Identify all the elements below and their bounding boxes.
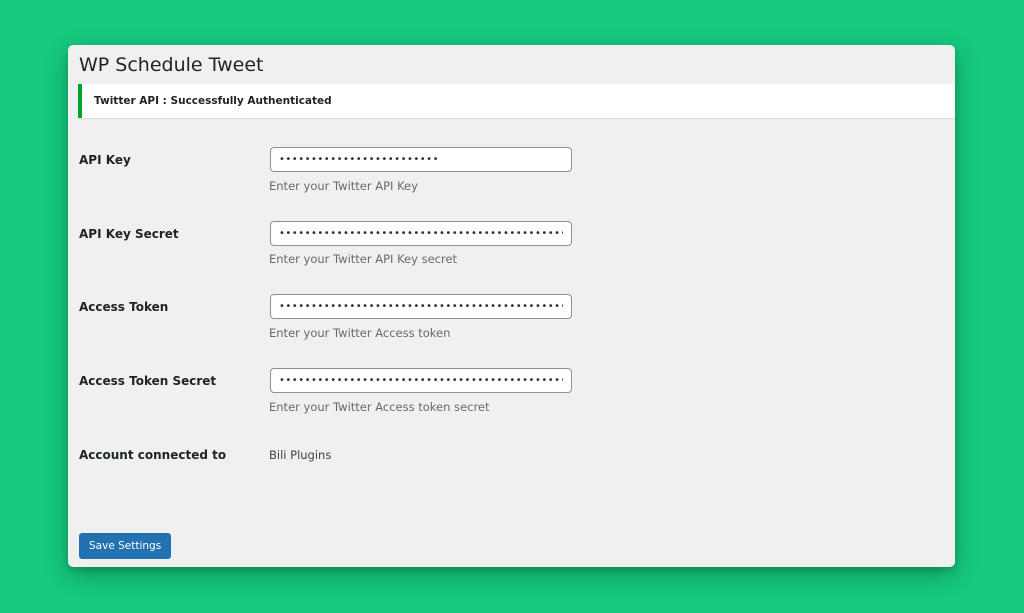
api-key-secret-input[interactable] <box>270 221 572 246</box>
access-token-secret-description: Enter your Twitter Access token secret <box>269 400 490 414</box>
account-connected-value: Bili Plugins <box>269 448 332 462</box>
api-key-label: API Key <box>79 153 131 167</box>
account-connected-label: Account connected to <box>79 448 227 462</box>
access-token-description: Enter your Twitter Access token <box>269 326 451 340</box>
page-title: WP Schedule Tweet <box>79 54 264 76</box>
api-key-input[interactable] <box>270 147 572 172</box>
success-notice: Twitter API : Successfully Authenticated <box>78 84 955 118</box>
api-key-secret-label: API Key Secret <box>79 227 179 241</box>
api-key-description: Enter your Twitter API Key <box>269 179 418 193</box>
access-token-secret-label: Access Token Secret <box>79 374 217 388</box>
access-token-input[interactable] <box>270 294 572 319</box>
save-settings-button[interactable]: Save Settings <box>79 533 172 559</box>
access-token-label: Access Token <box>79 300 169 314</box>
access-token-secret-input[interactable] <box>270 368 572 393</box>
api-key-secret-description: Enter your Twitter API Key secret <box>269 252 458 266</box>
notice-message: Twitter API : Successfully Authenticated <box>94 95 332 107</box>
settings-panel: WP Schedule Tweet Twitter API : Successf… <box>68 45 955 567</box>
